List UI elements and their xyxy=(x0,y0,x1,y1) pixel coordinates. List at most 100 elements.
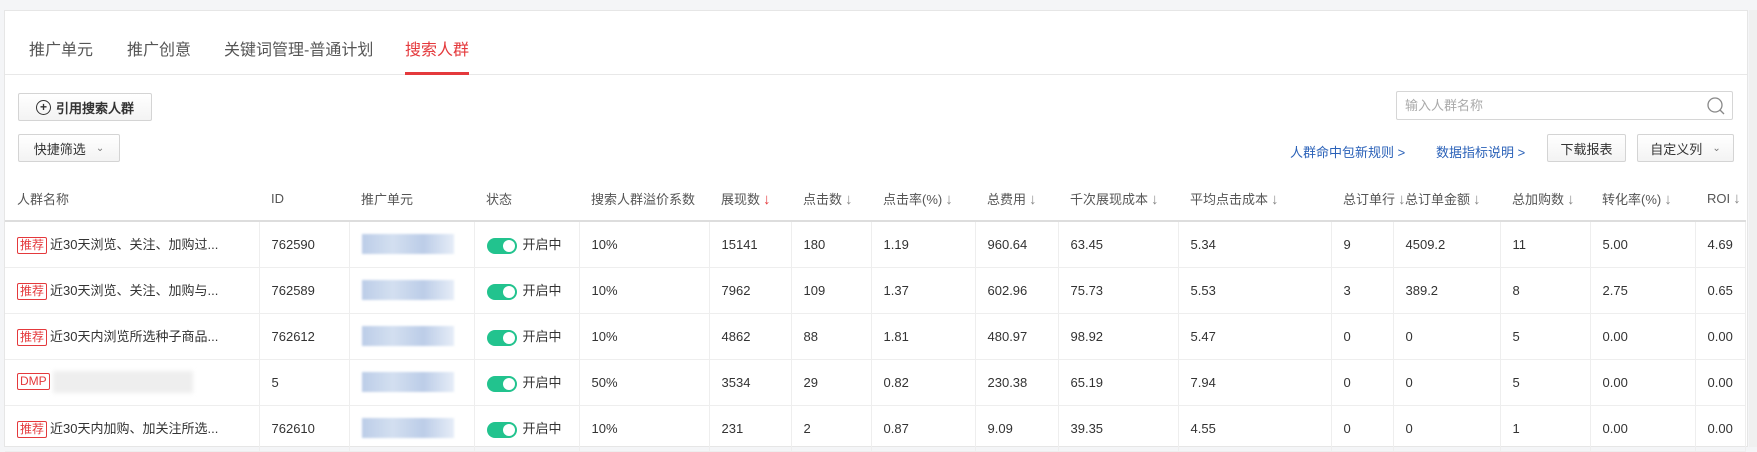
col-cpc[interactable]: 平均点击成本 ↓ xyxy=(1178,177,1331,222)
audience-name[interactable]: 近30天浏览、关注、加购与... xyxy=(50,283,218,298)
table-row: 推荐 近30天内加购、加关注所选... 762610 开启中 10% 231 2 0.87 9.… xyxy=(5,405,1746,452)
vertical-scrollbar[interactable] xyxy=(1749,10,1757,447)
premium-cell: 10% xyxy=(579,267,710,314)
cvr-cell: 0.00 xyxy=(1590,359,1696,406)
col-clicks[interactable]: 点击数 ↓ xyxy=(791,177,871,222)
col-cvr[interactable]: 转化率(%) ↓ xyxy=(1590,177,1695,222)
roi-cell: 0.00 xyxy=(1695,359,1746,406)
col-cost[interactable]: 总费用 ↓ xyxy=(975,177,1058,222)
impressions-cell: 3534 xyxy=(709,359,792,406)
sort-icon: ↓ xyxy=(1473,191,1481,208)
status-toggle[interactable] xyxy=(486,329,517,346)
impressions-cell: 231 xyxy=(709,405,792,452)
audience-name[interactable]: 近30天浏览、关注、加购过... xyxy=(50,237,218,252)
promo-unit-cell xyxy=(349,313,475,360)
audience-tag: DMP xyxy=(17,373,50,391)
sort-icon: ↓ xyxy=(845,191,853,208)
cost-cell: 480.97 xyxy=(975,313,1059,360)
order_amount-cell: 0 xyxy=(1393,313,1501,360)
premium-cell: 10% xyxy=(579,221,710,268)
audience-name[interactable]: 近30天内加购、加关注所选... xyxy=(50,421,218,436)
audience-name-cell: DMP xyxy=(5,359,260,406)
main-panel: 推广单元 推广创意 关键词管理-普通计划 搜索人群 + 引用搜索人群 快捷筛选 … xyxy=(4,10,1748,452)
audience-tag: 推荐 xyxy=(17,283,48,300)
impressions-cell: 7962 xyxy=(709,267,792,314)
col-promo-unit: 推广单元 xyxy=(349,177,474,222)
download-report-button[interactable]: 下载报表 xyxy=(1547,134,1626,162)
chevron-down-icon: ⌄ xyxy=(95,142,105,154)
tab-keyword-management[interactable]: 关键词管理-普通计划 xyxy=(224,36,373,74)
custom-columns-dropdown[interactable]: 自定义列 ⌄ xyxy=(1637,134,1734,162)
col-impressions[interactable]: 展现数 ↓ xyxy=(709,177,791,222)
audience-name-cell: 推荐 近30天浏览、关注、加购过... xyxy=(5,221,260,268)
audience-tag: 推荐 xyxy=(17,329,48,346)
promo-unit-cell xyxy=(349,221,475,268)
col-carts[interactable]: 总加购数 ↓ xyxy=(1500,177,1590,222)
blurred-name xyxy=(52,371,193,393)
plus-circle-icon: + xyxy=(35,99,51,115)
sort-icon: ↓ xyxy=(1029,191,1037,208)
metrics-explanation-link[interactable]: 数据指标说明 > xyxy=(1436,142,1525,161)
impressions-cell: 4862 xyxy=(709,313,792,360)
status-text: 开启中 xyxy=(522,237,562,253)
cpm-cell: 98.92 xyxy=(1058,313,1179,360)
cpm-cell: 65.19 xyxy=(1058,359,1179,406)
blurred-unit xyxy=(361,280,454,300)
status-toggle[interactable] xyxy=(486,238,517,255)
tab-search-audience[interactable]: 搜索人群 xyxy=(405,36,470,75)
tab-bar: 推广单元 推广创意 关键词管理-普通计划 搜索人群 xyxy=(5,11,1747,75)
audience-name-cell: 推荐 近30天内加购、加关注所选... xyxy=(5,405,260,452)
audience-tag: 推荐 xyxy=(17,421,48,438)
blurred-unit xyxy=(361,234,454,255)
custom-columns-label: 自定义列 xyxy=(1650,141,1703,157)
clicks-cell: 29 xyxy=(791,359,872,406)
status-toggle[interactable] xyxy=(486,283,517,300)
id-cell: 762612 xyxy=(259,313,350,360)
ctr-cell: 1.37 xyxy=(871,267,976,314)
col-cpm[interactable]: 千次展现成本 ↓ xyxy=(1058,177,1178,222)
table-row: DMP 5 开启中 50% 3534 29 0.82 230.38 65.19 7.94 0 0 5 0.… xyxy=(5,359,1746,406)
add-search-audience-label: 引用搜索人群 xyxy=(55,100,134,116)
status-toggle[interactable] xyxy=(486,375,517,392)
col-premium: 搜索人群溢价系数 xyxy=(579,177,709,222)
sort-icon: ↓ xyxy=(1271,191,1279,208)
cpc-cell: 5.53 xyxy=(1178,267,1332,314)
orders-cell: 0 xyxy=(1331,359,1394,406)
col-status: 状态 xyxy=(474,177,579,222)
status-toggle[interactable] xyxy=(486,421,517,438)
ctr-cell: 1.81 xyxy=(871,313,976,360)
col-roi[interactable]: ROI ↓ xyxy=(1695,177,1745,222)
tab-promo-unit[interactable]: 推广单元 xyxy=(29,36,93,74)
quick-filter-label: 快捷筛选 xyxy=(33,141,86,157)
roi-cell: 0.00 xyxy=(1695,405,1746,452)
col-order-amount[interactable]: 总订单金额 ↓ xyxy=(1393,177,1500,222)
cvr-cell: 5.00 xyxy=(1590,221,1696,268)
impressions-cell: 15141 xyxy=(709,221,792,268)
cvr-cell: 0.00 xyxy=(1590,405,1696,452)
cpc-cell: 5.34 xyxy=(1178,221,1332,268)
col-ctr[interactable]: 点击率(%) ↓ xyxy=(871,177,975,222)
audience-search-input[interactable] xyxy=(1405,98,1706,113)
ctr-cell: 0.82 xyxy=(871,359,976,406)
clicks-cell: 88 xyxy=(791,313,872,360)
add-search-audience-button[interactable]: + 引用搜索人群 xyxy=(18,93,152,121)
status-text: 开启中 xyxy=(522,283,562,299)
quick-filter-dropdown[interactable]: 快捷筛选 ⌄ xyxy=(18,134,120,162)
order_amount-cell: 4509.2 xyxy=(1393,221,1501,268)
order_amount-cell: 0 xyxy=(1393,405,1501,452)
tab-promo-creative[interactable]: 推广创意 xyxy=(127,36,191,74)
id-cell: 762610 xyxy=(259,405,350,452)
table-row: 推荐 近30天内浏览所选种子商品... 762612 开启中 10% 4862 88 1.81… xyxy=(5,313,1746,360)
order_amount-cell: 0 xyxy=(1393,359,1501,406)
cvr-cell: 2.75 xyxy=(1590,267,1696,314)
audience-name[interactable]: 近30天内浏览所选种子商品... xyxy=(50,329,218,344)
col-orders[interactable]: 总订单行 ↓ xyxy=(1331,177,1406,222)
audience-rules-link[interactable]: 人群命中包新规则 > xyxy=(1290,142,1405,161)
orders-cell: 0 xyxy=(1331,405,1394,452)
clicks-cell: 109 xyxy=(791,267,872,314)
status-cell: 开启中 xyxy=(474,359,580,406)
carts-cell: 8 xyxy=(1500,267,1591,314)
orders-cell: 0 xyxy=(1331,313,1394,360)
sort-icon: ↓ xyxy=(1151,191,1159,208)
search-icon[interactable] xyxy=(1706,96,1726,116)
